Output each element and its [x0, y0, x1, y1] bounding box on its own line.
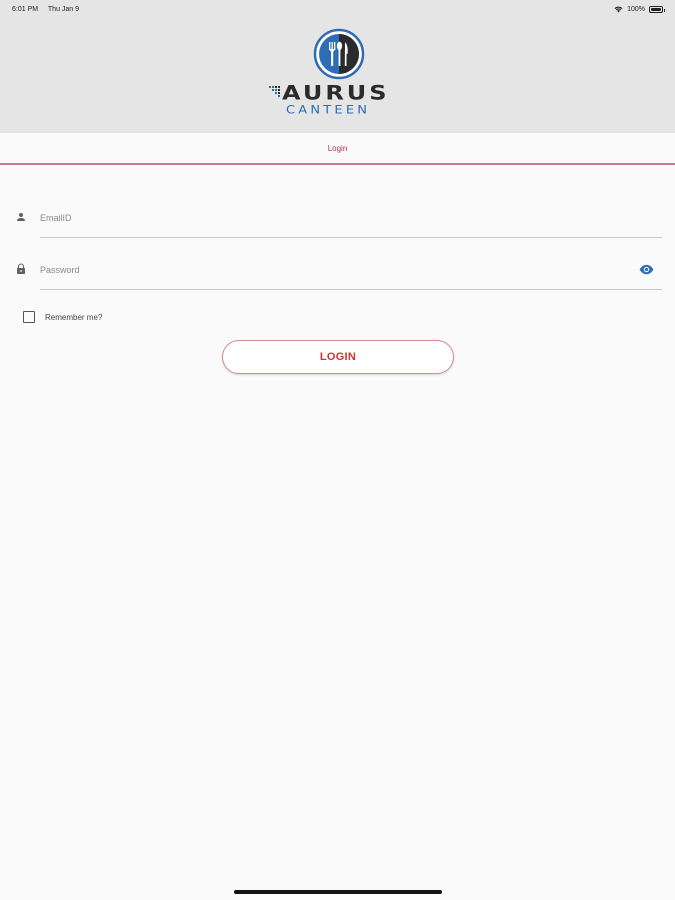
logo-subtitle: CANTEEN [286, 104, 371, 117]
eye-icon[interactable] [639, 264, 654, 275]
tab-login[interactable]: Login [0, 133, 675, 165]
battery-percent: 100% [627, 5, 645, 13]
app-logo: AURUS CANTEEN [268, 28, 408, 118]
email-field [40, 198, 662, 238]
lock-icon [17, 263, 25, 274]
email-input[interactable] [40, 210, 620, 226]
status-left: 6:01 PM Thu Jan 9 [12, 6, 87, 13]
status-time: 6:01 PM [12, 5, 39, 13]
cutlery-logo-icon [313, 28, 365, 80]
login-button[interactable]: LOGIN [222, 340, 454, 374]
logo-dots-icon [269, 86, 280, 97]
status-date: Thu Jan 9 [47, 5, 80, 13]
remember-checkbox[interactable] [23, 311, 35, 323]
password-input[interactable] [40, 262, 620, 278]
remember-me[interactable]: Remember me? [23, 311, 102, 323]
remember-label: Remember me? [45, 312, 103, 322]
status-bar: 6:01 PM Thu Jan 9 100% [0, 0, 675, 18]
wifi-icon [614, 6, 623, 12]
logo-wordmark: AURUS [282, 81, 390, 105]
user-icon [17, 213, 25, 221]
password-field [40, 250, 662, 290]
tab-login-label: Login [327, 143, 348, 153]
app-header: 6:01 PM Thu Jan 9 100% AURUS CANTEEN [0, 0, 675, 133]
battery-icon [649, 5, 665, 13]
home-indicator[interactable] [234, 890, 442, 894]
status-right: 100% [614, 5, 665, 13]
